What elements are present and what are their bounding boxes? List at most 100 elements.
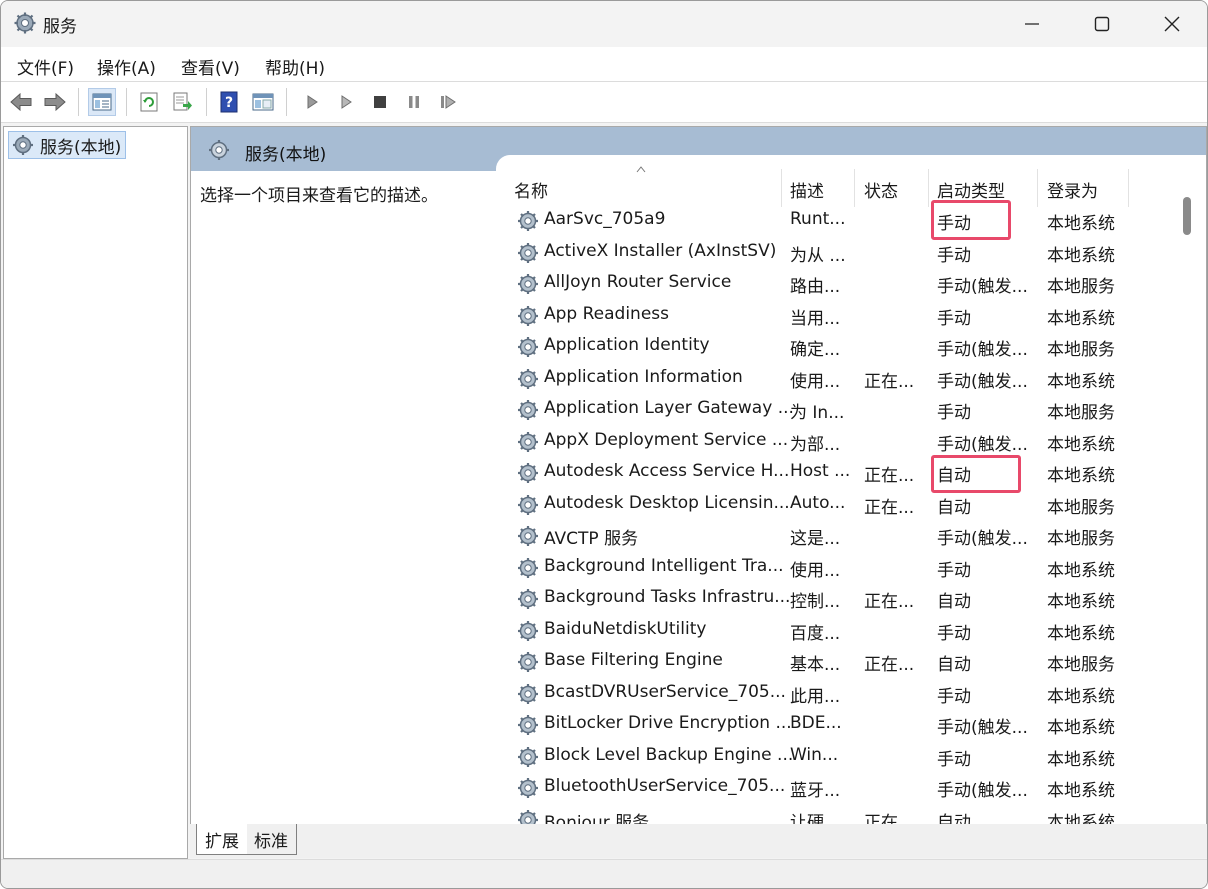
service-row[interactable]: Background Tasks Infrastru... 控制... 正在... 自… — [496, 583, 1176, 614]
restart-service-button[interactable] — [435, 88, 463, 116]
service-startup-type: 手动 — [937, 245, 971, 266]
start-service-button[interactable] — [298, 88, 326, 116]
service-gear-icon — [518, 809, 538, 824]
menu-action[interactable]: 操作(A) — [97, 54, 156, 79]
vertical-scrollbar[interactable] — [1176, 167, 1201, 817]
service-row[interactable]: AppX Deployment Service ... 为部... 手动(触发...… — [496, 426, 1176, 457]
menu-help[interactable]: 帮助(H) — [265, 54, 325, 79]
service-log-on-as: 本地系统 — [1047, 812, 1115, 825]
menu-file[interactable]: 文件(F) — [17, 54, 74, 79]
show-console-tree-button[interactable] — [88, 88, 116, 116]
service-row[interactable]: Base Filtering Engine 基本... 正在... 自动 本地服务 — [496, 646, 1176, 677]
properties-icon — [252, 93, 274, 111]
help-book-icon: ? — [220, 91, 238, 113]
service-startup-type: 手动(触发... — [937, 718, 1028, 738]
service-name: BcastDVRUserService_705... — [544, 681, 786, 702]
service-gear-icon — [518, 494, 538, 515]
service-row[interactable]: BcastDVRUserService_705... 此用... 手动 本地系统 — [496, 678, 1176, 709]
service-row[interactable]: Application Layer Gateway ... 为 In... 手动 本地… — [496, 394, 1176, 425]
service-name: AppX Deployment Service ... — [544, 429, 789, 450]
service-description: BDE... — [790, 713, 842, 733]
service-log-on-as: 本地服务 — [1047, 655, 1115, 675]
service-row[interactable]: Background Intelligent Tra... 使用... 手动 本地系统 — [496, 552, 1176, 583]
export-list-button[interactable] — [169, 88, 197, 116]
tree-item-label: 服务(本地) — [40, 137, 122, 158]
start-service-alt-button[interactable] — [332, 88, 360, 116]
tree-item-services-local[interactable]: 服务(本地) — [8, 131, 127, 159]
service-name: AVCTP 服务 — [544, 529, 639, 549]
tab-extended[interactable]: 扩展 — [196, 824, 247, 855]
pause-service-button[interactable] — [400, 88, 428, 116]
maximize-button[interactable] — [1067, 1, 1137, 47]
service-row[interactable]: AllJoyn Router Service 路由... 手动(触发... 本地服务 — [496, 268, 1176, 299]
service-row[interactable]: BluetoothUserService_705... 蓝牙... 手动(触发...… — [496, 772, 1176, 803]
back-button[interactable] — [7, 88, 35, 116]
refresh-icon — [140, 92, 158, 112]
service-name: BitLocker Drive Encryption ... — [544, 713, 792, 733]
service-gear-icon — [518, 589, 538, 609]
service-name: Background Intelligent Tra... — [544, 555, 784, 576]
back-arrow-icon — [10, 92, 32, 112]
annotation-highlight-automatic — [931, 455, 1021, 493]
service-log-on-as: 本地系统 — [1047, 434, 1115, 455]
service-name: ActiveX Installer (AxInstSV) — [544, 240, 777, 261]
service-row[interactable]: AVCTP 服务 这是... 手动(触发... 本地服务 — [496, 520, 1176, 551]
service-name: Background Tasks Infrastru... — [544, 587, 791, 607]
service-gear-icon — [518, 211, 538, 231]
service-gear-icon — [518, 463, 538, 483]
service-row[interactable]: AarSvc_705a9 Runt... 手动 本地系统 — [496, 205, 1176, 236]
service-description: 这是... — [790, 529, 841, 549]
service-row[interactable]: ActiveX Installer (AxInstSV) 为从 ... 手动 本地系统 — [496, 237, 1176, 268]
service-description: 路由... — [790, 277, 841, 297]
close-button[interactable] — [1137, 1, 1207, 47]
properties-button[interactable] — [249, 88, 277, 116]
minimize-button[interactable] — [997, 1, 1067, 47]
service-log-on-as: 本地系统 — [1047, 560, 1115, 581]
stop-service-button[interactable] — [366, 88, 394, 116]
tab-standard[interactable]: 标准 — [246, 824, 297, 855]
service-startup-type: 手动(触发... — [937, 340, 1028, 360]
service-row[interactable]: App Readiness 当用... 手动 本地系统 — [496, 300, 1176, 331]
help-button[interactable]: ? — [215, 88, 243, 116]
refresh-button[interactable] — [135, 88, 163, 116]
service-name: Application Layer Gateway ... — [544, 398, 794, 418]
service-gear-icon — [518, 526, 538, 546]
service-description: Host ... — [790, 461, 851, 481]
service-row[interactable]: Autodesk Access Service H... Host ... 正在..… — [496, 457, 1176, 488]
service-row[interactable]: Bonjour 服务 让硬... 正在... 自动 本地系统 — [496, 804, 1176, 825]
stop-icon — [374, 96, 386, 108]
service-row[interactable]: Autodesk Desktop Licensin... Auto... 正在...… — [496, 489, 1176, 520]
scrollbar-thumb[interactable] — [1183, 197, 1191, 235]
service-name: BluetoothUserService_705... — [544, 776, 786, 796]
services-window: 服务 文件(F) 操作(A) 查看(V) 帮助(H) ? 服务(本地) 服务(本… — [0, 0, 1208, 889]
service-row[interactable]: Application Identity 确定... 手动(触发... 本地服务 — [496, 331, 1176, 362]
service-gear-icon — [518, 557, 538, 578]
service-row[interactable]: Application Information 使用... 正在... 手动(触发..… — [496, 363, 1176, 394]
forward-button[interactable] — [41, 88, 69, 116]
service-description: 当用... — [790, 308, 841, 329]
close-icon — [1164, 16, 1180, 32]
view-tabs: 扩展 标准 — [190, 824, 1207, 858]
service-description: 确定... — [790, 340, 841, 360]
service-name: BaiduNetdiskUtility — [544, 618, 707, 639]
service-log-on-as: 本地系统 — [1047, 718, 1115, 738]
services-gear-icon — [209, 140, 229, 160]
service-row[interactable]: BitLocker Drive Encryption ... BDE... 手动(触… — [496, 709, 1176, 740]
annotation-highlight-manual — [931, 200, 1011, 240]
services-gear-icon — [14, 12, 36, 34]
service-row[interactable]: Block Level Backup Engine ... Win... 手动 本地系… — [496, 741, 1176, 772]
service-status: 正在... — [864, 497, 915, 518]
sort-ascending-icon — [636, 166, 646, 173]
service-row[interactable]: BaiduNetdiskUtility 百度... 手动 本地系统 — [496, 615, 1176, 646]
service-startup-type: 自动 — [937, 497, 971, 518]
pane-title: 服务(本地) — [245, 145, 327, 165]
forward-arrow-icon — [44, 92, 66, 112]
service-log-on-as: 本地服务 — [1047, 529, 1115, 549]
service-gear-icon — [518, 305, 538, 326]
service-gear-icon — [518, 431, 538, 452]
service-description: Auto... — [790, 492, 846, 513]
menu-view[interactable]: 查看(V) — [181, 54, 240, 79]
service-description: 基本... — [790, 655, 841, 675]
service-startup-type: 手动(触发... — [937, 781, 1028, 801]
service-name: Base Filtering Engine — [544, 650, 723, 670]
